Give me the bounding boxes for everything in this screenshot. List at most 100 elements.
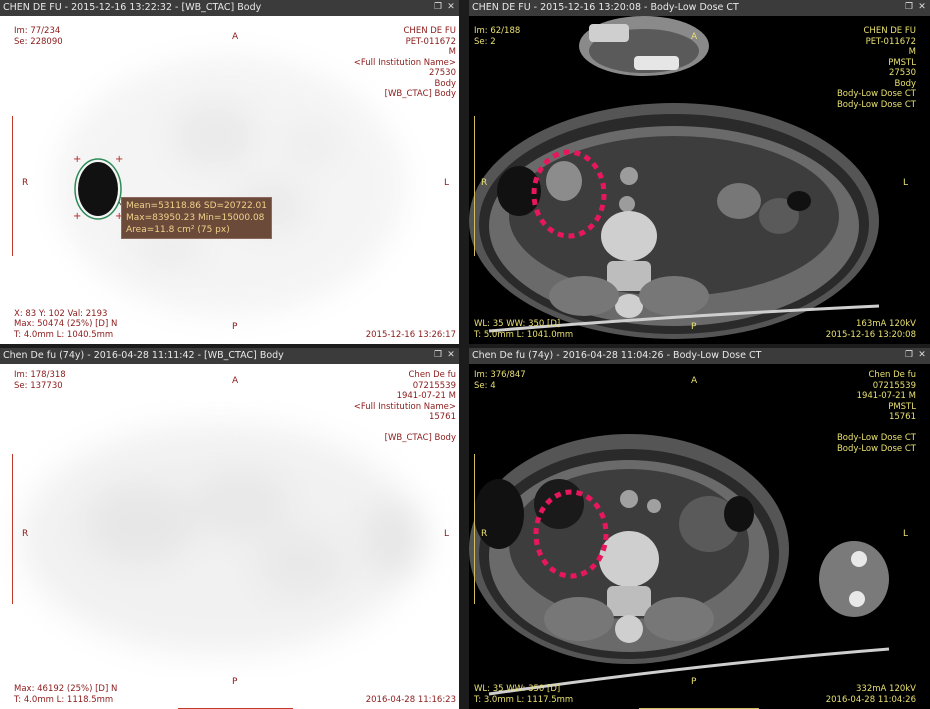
image-number: Im: 178/318 — [14, 370, 66, 380]
overlay-top-right: Chen De fu 07215539 1941-07-21 M <Full I… — [354, 370, 456, 444]
close-icon[interactable]: ✕ — [917, 2, 927, 12]
patient-id: 07215539 — [412, 380, 456, 391]
roi-handle[interactable]: + — [73, 212, 81, 222]
viewport-title: CHEN DE FU - 2015-12-16 13:20:08 - Body-… — [472, 2, 739, 13]
institution: PMSTL — [888, 57, 916, 68]
orientation-bottom: P — [232, 677, 238, 687]
viewport-top-left-pet[interactable]: CHEN DE FU - 2015-12-16 13:22:32 - [WB_C… — [0, 0, 459, 344]
overlay-bottom-right: 332mA 120kV 2016-04-28 11:04:26 — [826, 684, 916, 705]
slice-info: T: 3.0mm L: 1117.5mm — [474, 694, 574, 705]
study-id: 27530 — [888, 68, 916, 78]
overlay-bottom-right: 2016-04-28 11:16:23 — [366, 695, 456, 706]
series-number: Se: 137730 — [14, 380, 63, 391]
roi-area: Area=11.8 cm² (75 px) — [126, 225, 230, 235]
viewport-top-right-ct[interactable]: CHEN DE FU - 2015-12-16 13:20:08 - Body-… — [469, 0, 930, 344]
ct-image[interactable]: Im: 62/188 Se: 2 CHEN DE FU PET-011672 M… — [469, 16, 930, 344]
patient-sex: M — [448, 47, 456, 57]
overlay-bottom-right: 2015-12-16 13:26:17 — [366, 330, 456, 341]
window-level: WL: 35 WW: 350 [D] — [474, 684, 561, 694]
slice-info: T: 4.0mm L: 1118.5mm — [14, 694, 114, 705]
orientation-left: R — [22, 529, 29, 539]
scale-ruler-vertical — [474, 454, 479, 604]
patient-id: PET-011672 — [405, 36, 456, 47]
overlay-top-right: CHEN DE FU PET-011672 M <Full Institutio… — [354, 26, 456, 100]
restore-icon[interactable]: ❐ — [433, 2, 443, 12]
viewport-bottom-right-ct[interactable]: Chen De fu (74y) - 2016-04-28 11:04:26 -… — [469, 348, 930, 709]
series-number: Se: 4 — [474, 380, 496, 391]
overlay-bottom-left: WL: 35 WW: 350 [D] T: 5.0mm L: 1041.0mm — [474, 319, 573, 340]
restore-icon[interactable]: ❐ — [904, 350, 914, 360]
restore-icon[interactable]: ❐ — [904, 2, 914, 12]
series-description: [WB_CTAC] Body — [384, 89, 456, 99]
orientation-bottom: P — [232, 322, 238, 332]
overlay-top-right: Chen De fu 07215539 1941-07-21 M PMSTL 1… — [837, 370, 916, 454]
viewport-title: CHEN DE FU - 2015-12-16 13:22:32 - [WB_C… — [3, 2, 262, 13]
acquisition-time: 2015-12-16 13:26:17 — [365, 329, 456, 340]
viewport-titlebar[interactable]: Chen De fu (74y) - 2016-04-28 11:04:26 -… — [469, 348, 930, 364]
scale-ruler-vertical — [12, 116, 17, 256]
patient-name: CHEN DE FU — [403, 26, 457, 36]
series-description: Body-Low Dose CT — [836, 433, 916, 443]
scale-ruler-horizontal — [178, 704, 293, 709]
patient-name: CHEN DE FU — [863, 26, 917, 36]
image-number: Im: 376/847 — [474, 370, 526, 380]
institution: <Full Institution Name> — [353, 401, 456, 412]
image-number: Im: 77/234 — [14, 26, 61, 36]
orientation-left: R — [481, 529, 488, 539]
viewport-bottom-left-pet[interactable]: Chen De fu (74y) - 2016-04-28 11:11:42 -… — [0, 348, 459, 709]
series-description: [WB_CTAC] Body — [384, 433, 456, 443]
overlay-top-right: CHEN DE FU PET-011672 M PMSTL 27530 Body… — [837, 26, 916, 110]
tube-settings: 163mA 120kV — [856, 319, 916, 329]
close-icon[interactable]: ✕ — [446, 350, 456, 360]
series-number: Se: 228090 — [14, 36, 63, 47]
image-number: Im: 62/188 — [474, 26, 521, 36]
overlay-top-left: Im: 376/847 Se: 4 — [474, 370, 526, 391]
viewport-titlebar[interactable]: Chen De fu (74y) - 2016-04-28 11:11:42 -… — [0, 348, 459, 364]
window-level: WL: 35 WW: 350 [D] — [474, 319, 561, 329]
patient-dob-sex: 1941-07-21 M — [856, 391, 916, 401]
series-description-2: Body-Low Dose CT — [836, 99, 916, 110]
study-id: 15761 — [888, 412, 916, 422]
orientation-left: R — [481, 178, 488, 188]
pet-image[interactable]: + + + + Mean=53118.86 SD=20722.01 Max=83… — [0, 16, 459, 344]
roi-max: Max=83950.23 Min=15000.08 — [126, 213, 265, 223]
patient-id: PET-011672 — [865, 36, 916, 47]
close-icon[interactable]: ✕ — [917, 350, 927, 360]
study-id: 15761 — [428, 412, 456, 422]
orientation-right: L — [444, 178, 450, 188]
viewport-titlebar[interactable]: CHEN DE FU - 2015-12-16 13:22:32 - [WB_C… — [0, 0, 459, 16]
scale-ruler-vertical — [12, 454, 17, 604]
overlay-bottom-left: WL: 35 WW: 350 [D] T: 3.0mm L: 1117.5mm — [474, 684, 573, 705]
acquisition-time: 2015-12-16 13:20:08 — [825, 329, 916, 340]
orientation-top: A — [691, 376, 698, 386]
roi-handle[interactable]: + — [115, 155, 123, 165]
viewport-titlebar[interactable]: CHEN DE FU - 2015-12-16 13:20:08 - Body-… — [469, 0, 930, 16]
scale-ruler-horizontal — [639, 704, 759, 709]
orientation-bottom: P — [691, 677, 697, 687]
orientation-right: L — [903, 178, 909, 188]
series-description: Body-Low Dose CT — [836, 89, 916, 99]
slice-info: T: 5.0mm L: 1041.0mm — [474, 329, 574, 340]
close-icon[interactable]: ✕ — [446, 2, 456, 12]
viewport-divider-vertical[interactable] — [459, 0, 469, 709]
tube-settings: 332mA 120kV — [856, 684, 916, 694]
overlay-top-left: Im: 62/188 Se: 2 — [474, 26, 520, 47]
pet-image[interactable]: Im: 178/318 Se: 137730 Chen De fu 072155… — [0, 364, 459, 709]
restore-icon[interactable]: ❐ — [433, 350, 443, 360]
orientation-right: L — [444, 529, 450, 539]
ct-image[interactable]: Im: 376/847 Se: 4 Chen De fu 07215539 19… — [469, 364, 930, 709]
pixel-value: X: 83 Y: 102 Val: 2193 — [14, 308, 108, 319]
institution: <Full Institution Name> — [353, 57, 456, 68]
roi-mean: Mean=53118.86 SD=20722.01 — [126, 201, 267, 211]
scale-ruler-vertical — [474, 116, 479, 256]
roi-stats-box: Mean=53118.86 SD=20722.01 Max=83950.23 M… — [121, 197, 272, 239]
patient-id: 07215539 — [872, 380, 916, 391]
acquisition-time: 2016-04-28 11:04:26 — [825, 694, 916, 705]
series-number: Se: 2 — [474, 36, 496, 47]
body-part: Body — [434, 78, 456, 89]
series-description-2: Body-Low Dose CT — [836, 443, 916, 454]
acquisition-time: 2016-04-28 11:16:23 — [365, 694, 456, 705]
roi-handle[interactable]: + — [73, 155, 81, 165]
